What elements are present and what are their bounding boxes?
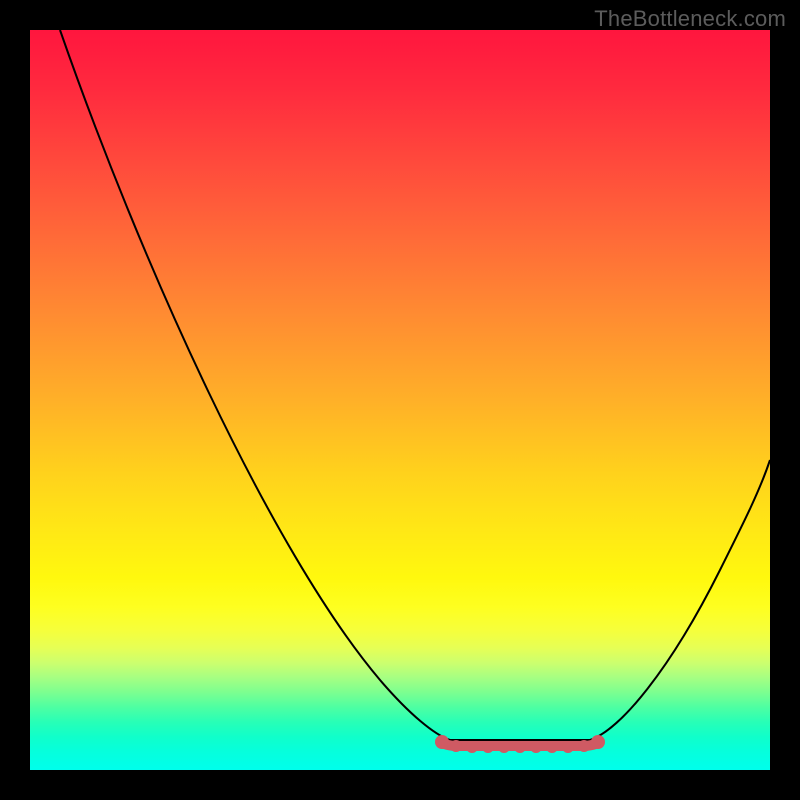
curve-left-branch — [60, 30, 450, 740]
optimal-dot — [546, 741, 558, 753]
optimal-dot — [435, 735, 449, 749]
optimal-dot — [514, 741, 526, 753]
curve-svg — [30, 30, 770, 770]
plot-area — [30, 30, 770, 770]
optimal-dot — [562, 741, 574, 753]
watermark-text: TheBottleneck.com — [594, 6, 786, 32]
optimal-dot — [482, 741, 494, 753]
optimal-dot — [498, 741, 510, 753]
curve-right-branch — [590, 460, 770, 740]
optimal-dot — [591, 735, 605, 749]
optimal-dot — [530, 741, 542, 753]
optimal-dot — [450, 740, 462, 752]
chart-frame: TheBottleneck.com — [0, 0, 800, 800]
optimal-dot — [466, 741, 478, 753]
optimal-dot — [578, 740, 590, 752]
